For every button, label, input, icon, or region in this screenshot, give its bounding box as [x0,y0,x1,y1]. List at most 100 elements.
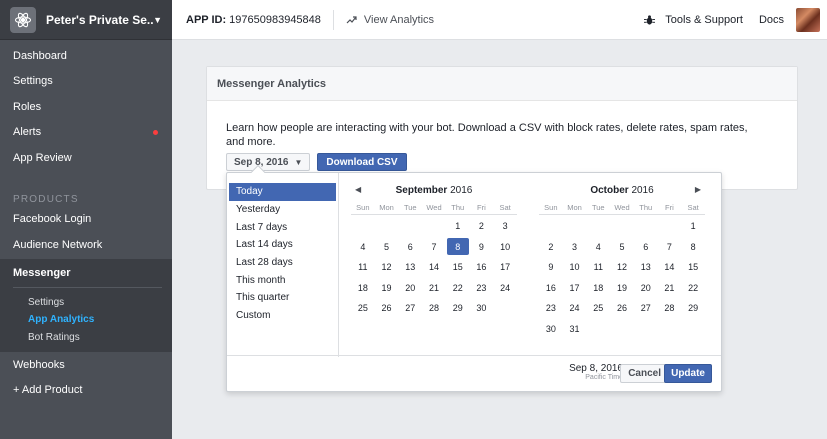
day-number: 17 [569,282,580,293]
calendar-day[interactable]: 28 [658,298,682,319]
sidebar-item-webhooks[interactable]: Webhooks [0,352,172,378]
preset-this-month[interactable]: This month [227,271,338,289]
avatar[interactable] [796,7,820,32]
calendar-day[interactable]: 22 [681,278,705,299]
calendar-day[interactable]: 9 [539,257,563,278]
calendar-day[interactable]: 21 [658,278,682,299]
preset-today[interactable]: Today [229,183,336,201]
calendar-day[interactable]: 1 [446,216,470,237]
sidebar-item-alerts[interactable]: Alerts [0,120,172,146]
day-number: 15 [688,262,699,273]
sidebar-subitem-settings[interactable]: Settings [0,294,172,312]
preset-yesterday[interactable]: Yesterday [227,201,338,219]
calendar-day[interactable]: 3 [493,216,517,237]
calendar-day[interactable]: 16 [470,257,494,278]
calendar-day[interactable]: 19 [375,278,399,299]
calendar-day[interactable]: 11 [586,257,610,278]
calendar-day[interactable]: 25 [351,298,375,319]
prev-month-icon[interactable]: ◀ [355,185,361,194]
calendar-day[interactable]: 23 [539,298,563,319]
tools-support-link[interactable]: Tools & Support [644,14,743,26]
month-name: September [395,185,448,196]
calendar-day[interactable]: 1 [681,216,705,237]
calendar-day[interactable]: 2 [470,216,494,237]
calendar-day[interactable]: 6 [398,237,422,258]
calendar-day[interactable]: 22 [446,278,470,299]
sidebar-item-settings[interactable]: Settings [0,69,172,95]
calendar-day[interactable]: 8 [681,237,705,258]
app-switcher[interactable]: Peter's Private Se... ▼ [0,0,172,40]
date-range-dropdown[interactable]: Sep 8, 2016 ▼ [226,153,311,171]
calendar-day[interactable]: 24 [493,278,517,299]
sidebar-subitem-app-analytics[interactable]: App Analytics [0,311,172,329]
calendar-day[interactable]: 7 [658,237,682,258]
sidebar-item-app-review[interactable]: App Review [0,145,172,171]
cancel-button[interactable]: Cancel [620,364,669,383]
calendar-day[interactable]: 28 [422,298,446,319]
download-csv-button[interactable]: Download CSV [317,153,407,171]
calendar-day[interactable]: 13 [634,257,658,278]
calendar-day[interactable]: 26 [610,298,634,319]
calendar-day[interactable]: 18 [586,278,610,299]
calendar-day[interactable]: 17 [563,278,587,299]
calendar-day[interactable]: 31 [563,319,587,340]
calendar-day[interactable]: 2 [539,237,563,258]
empty-day-cell [422,216,446,237]
calendar-day[interactable]: 14 [658,257,682,278]
preset-last-28-days[interactable]: Last 28 days [227,254,338,272]
preset-last-14-days[interactable]: Last 14 days [227,236,338,254]
calendar-day[interactable]: 29 [681,298,705,319]
sidebar-item-audience-network[interactable]: Audience Network [0,232,172,258]
calendar-day[interactable]: 20 [398,278,422,299]
day-number: 16 [545,282,556,293]
sidebar-item-roles[interactable]: Roles [0,94,172,120]
sidebar-item-messenger[interactable]: Messenger [0,259,172,287]
sidebar-item-add-product[interactable]: + Add Product [0,378,172,404]
calendar-day[interactable]: 24 [563,298,587,319]
calendar-day[interactable]: 10 [493,237,517,258]
calendar-day[interactable]: 14 [422,257,446,278]
calendar-day[interactable]: 30 [539,319,563,340]
calendar-day[interactable]: 9 [470,237,494,258]
calendar-day[interactable]: 27 [398,298,422,319]
calendar-day[interactable]: 4 [586,237,610,258]
calendar-day[interactable]: 4 [351,237,375,258]
preset-last-7-days[interactable]: Last 7 days [227,218,338,236]
calendar-day[interactable]: 12 [375,257,399,278]
calendar-day[interactable]: 25 [586,298,610,319]
calendar-day[interactable]: 20 [634,278,658,299]
docs-link[interactable]: Docs [759,14,784,26]
calendar-day[interactable]: 13 [398,257,422,278]
update-button[interactable]: Update [664,364,712,383]
calendar-day[interactable]: 5 [610,237,634,258]
calendar-day[interactable]: 5 [375,237,399,258]
sidebar-subitem-bot-ratings[interactable]: Bot Ratings [0,329,172,347]
calendar-day[interactable]: 15 [681,257,705,278]
sidebar-item-facebook-login[interactable]: Facebook Login [0,207,172,233]
preset-this-quarter[interactable]: This quarter [227,289,338,307]
calendar-day[interactable]: 27 [634,298,658,319]
calendar-day[interactable]: 21 [422,278,446,299]
calendar-day[interactable]: 15 [446,257,470,278]
calendar-day[interactable]: 26 [375,298,399,319]
calendar-day[interactable]: 29 [446,298,470,319]
preset-custom[interactable]: Custom [227,307,338,325]
calendar-day[interactable]: 7 [422,237,446,258]
sidebar-item-dashboard[interactable]: Dashboard [0,43,172,69]
calendar-day[interactable]: 19 [610,278,634,299]
calendar-day[interactable]: 10 [563,257,587,278]
empty-day-cell [493,298,517,319]
calendar-day[interactable]: 8 [446,237,470,258]
calendar-day[interactable]: 16 [539,278,563,299]
next-month-icon[interactable]: ▶ [695,185,701,194]
calendar-day[interactable]: 3 [563,237,587,258]
calendar-day[interactable]: 12 [610,257,634,278]
calendar-day[interactable]: 18 [351,278,375,299]
calendar-day[interactable]: 11 [351,257,375,278]
calendar-day[interactable]: 23 [470,278,494,299]
calendar-day[interactable]: 6 [634,237,658,258]
calendar-day[interactable]: 30 [470,298,494,319]
view-analytics-link[interactable]: View Analytics [346,14,434,26]
day-number: 8 [690,241,696,252]
calendar-day[interactable]: 17 [493,257,517,278]
